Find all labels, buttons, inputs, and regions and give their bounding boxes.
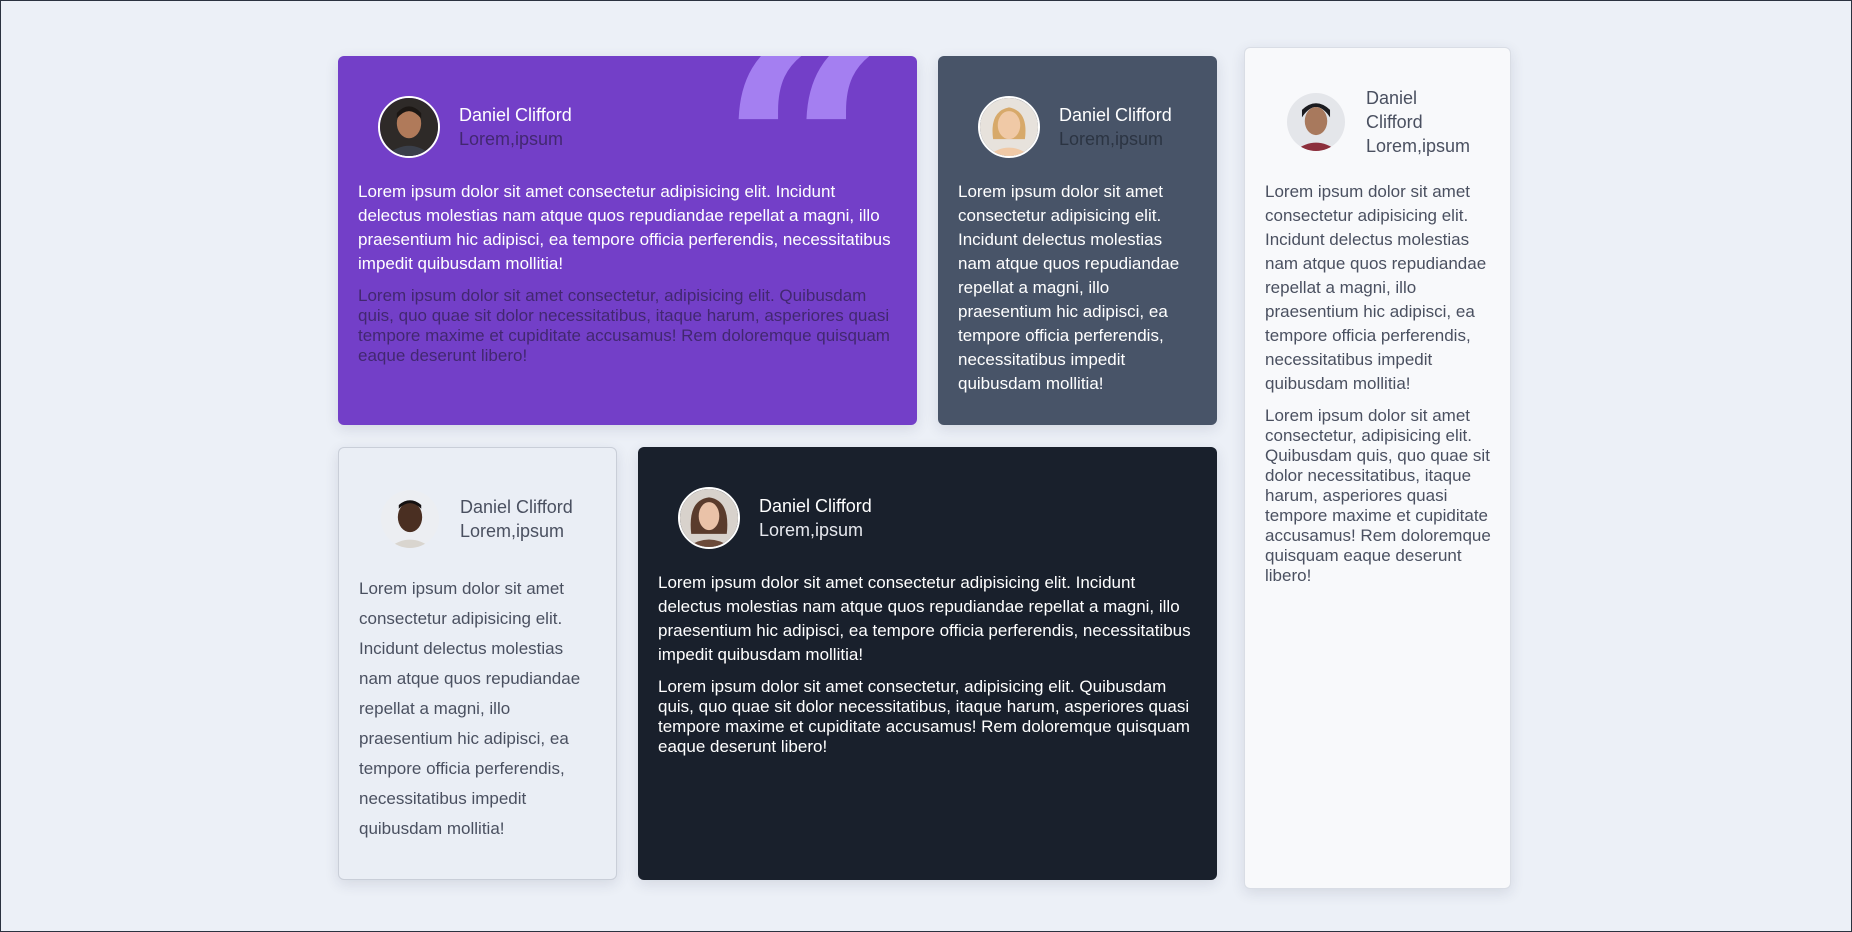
author-name: Daniel Clifford [460, 497, 573, 517]
avatar [978, 96, 1040, 158]
avatar-image [1287, 93, 1345, 151]
card-header: Daniel Clifford Lorem,ipsum [678, 487, 872, 549]
testimonial-card-light: Daniel Clifford Lorem,ipsum Lorem ipsum … [338, 447, 617, 880]
testimonial-headline: Lorem ipsum dolor sit amet consectetur a… [1265, 182, 1487, 393]
testimonial-card-purple: “ Daniel Clifford Lorem,ipsum Lorem ipsu… [338, 56, 917, 425]
avatar-image [381, 490, 439, 548]
card-header: Daniel Clifford Lorem,ipsum [379, 488, 573, 550]
avatar [378, 96, 440, 158]
avatar [1285, 91, 1347, 153]
author-block: Daniel Clifford Lorem,ipsum [459, 103, 572, 151]
avatar [379, 488, 441, 550]
author-subtitle: Lorem,ipsum [759, 520, 864, 540]
author-name: Daniel Clifford [459, 105, 572, 125]
avatar-image [980, 98, 1038, 156]
author-block: Daniel Clifford Lorem,ipsum [1059, 103, 1172, 151]
testimonial-card-white: Daniel Clifford Lorem,ipsum Lorem ipsum … [1244, 47, 1511, 889]
avatar-image [380, 98, 438, 156]
author-subtitle: Lorem,ipsum [1059, 129, 1164, 149]
avatar [678, 487, 740, 549]
card-header: Daniel Clifford Lorem,ipsum [378, 96, 572, 158]
testimonial-body: Lorem ipsum dolor sit amet consectetur, … [658, 677, 1190, 756]
author-block: Daniel Clifford Lorem,ipsum [1366, 86, 1470, 158]
author-name: Daniel Clifford [759, 496, 872, 516]
author-name: Daniel Clifford [1059, 105, 1172, 125]
author-subtitle: Lorem,ipsum [460, 521, 565, 541]
author-subtitle: Lorem,ipsum [459, 129, 564, 149]
author-block: Daniel Clifford Lorem,ipsum [460, 495, 573, 543]
testimonial-headline: Lorem ipsum dolor sit amet consectetur a… [358, 182, 891, 273]
testimonial-card-slate: Daniel Clifford Lorem,ipsum Lorem ipsum … [938, 56, 1217, 425]
testimonial-headline: Lorem ipsum dolor sit amet consectetur a… [658, 573, 1191, 664]
author-name: Daniel Clifford [1366, 88, 1423, 132]
testimonial-card-dark: Daniel Clifford Lorem,ipsum Lorem ipsum … [638, 447, 1217, 880]
card-header: Daniel Clifford Lorem,ipsum [978, 96, 1172, 158]
avatar-image [680, 489, 738, 547]
author-subtitle: Lorem,ipsum [1366, 136, 1471, 156]
card-header: Daniel Clifford Lorem,ipsum [1285, 86, 1470, 158]
testimonial-headline: Lorem ipsum dolor sit amet consectetur a… [359, 579, 581, 838]
testimonial-body: Lorem ipsum dolor sit amet consectetur, … [358, 286, 890, 365]
author-block: Daniel Clifford Lorem,ipsum [759, 494, 872, 542]
testimonial-body: Lorem ipsum dolor sit amet consectetur, … [1265, 406, 1491, 585]
testimonial-headline: Lorem ipsum dolor sit amet consectetur a… [958, 182, 1180, 393]
